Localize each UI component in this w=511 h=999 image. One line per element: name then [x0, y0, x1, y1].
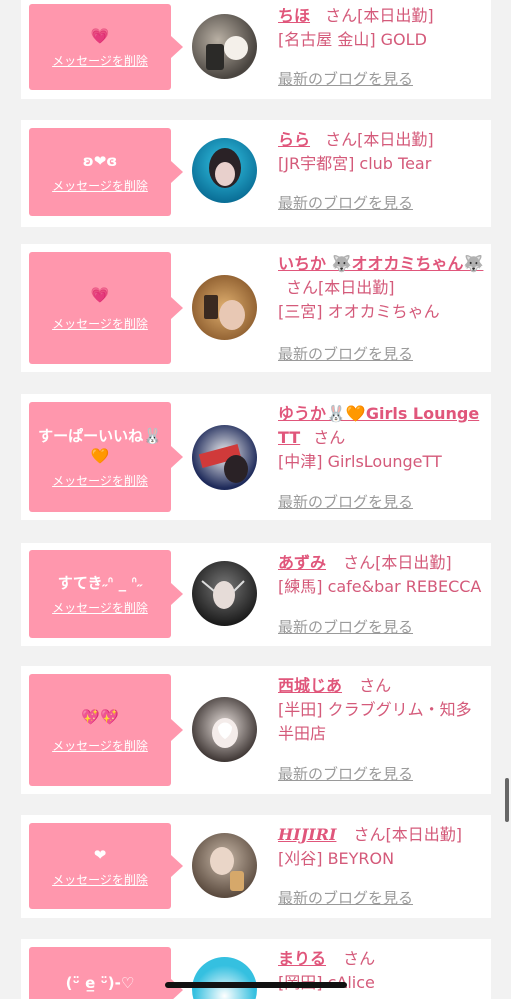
store-name: [三宮] オオカミちゃん — [278, 302, 440, 321]
latest-blog-link[interactable]: 最新のブログを見る — [278, 616, 413, 637]
avatar-photo-icon — [210, 847, 244, 891]
latest-blog-link[interactable]: 最新のブログを見る — [278, 491, 413, 512]
latest-blog-link[interactable]: 最新のブログを見る — [278, 68, 413, 89]
store-name: [JR宇都宮] club Tear — [278, 154, 432, 173]
message-bubble: 💗 メッセージを削除 — [29, 252, 183, 364]
avatar-photo-icon — [206, 36, 248, 70]
delete-message-link[interactable]: メッセージを削除 — [52, 871, 148, 888]
message-text: (ᵕ̈ e̲ ᵕ̈)-♡ — [65, 974, 135, 992]
avatar[interactable] — [192, 833, 257, 898]
list-item: すてき˶ᐢ _ ᐢ˶ メッセージを削除 あずみ さん[本日出勤] [練馬] ca… — [21, 543, 491, 646]
list-item: 💗 メッセージを削除 いちか 🐺オオカミちゃん🐺 さん[本日出勤] [三宮] オ… — [21, 244, 491, 372]
avatar-photo-icon — [209, 148, 241, 188]
message-text: ʚ❤ɞ — [82, 151, 118, 170]
list-item: ❤ メッセージを削除 HIJIRI さん[本日出勤] [刈谷] BEYRON 最… — [21, 815, 491, 918]
message-bubble: (ᵕ̈ e̲ ᵕ̈)-♡ — [29, 947, 183, 999]
status-label: [本日出勤] — [385, 825, 463, 844]
cast-name-link[interactable]: 西城じあ — [278, 676, 342, 695]
cast-name-link[interactable]: らら — [278, 130, 310, 149]
delete-message-link[interactable]: メッセージを削除 — [52, 177, 148, 194]
scrollbar[interactable] — [505, 778, 509, 822]
avatar-photo-icon — [201, 580, 245, 609]
store-name: [中津] GirlsLoungeTT — [278, 452, 442, 471]
message-text: 💗 — [90, 26, 110, 45]
avatar-photo-icon — [204, 295, 245, 330]
home-indicator[interactable] — [165, 982, 347, 988]
list-item: (ᵕ̈ e̲ ᵕ̈)-♡ まりる さん [岡田] cAlice — [21, 939, 491, 999]
avatar[interactable] — [192, 14, 257, 79]
avatar[interactable] — [192, 957, 257, 999]
cast-info: 西城じあ さん [半田] クラブグリム・知多半田店 — [278, 674, 484, 746]
cast-name-link[interactable]: ゆうか🐰🧡Girls Lounge TT — [278, 404, 479, 447]
message-text: ❤ — [93, 845, 107, 864]
message-text: 💖💖 — [81, 707, 119, 726]
status-label: [本日出勤] — [357, 130, 434, 149]
cast-info: あずみ さん[本日出勤] [練馬] cafe&bar REBECCA — [278, 551, 484, 599]
cast-name-link[interactable]: あずみ — [278, 553, 326, 572]
message-text: すてき˶ᐢ _ ᐢ˶ — [57, 573, 143, 592]
cast-info: らら さん[本日出勤] [JR宇都宮] club Tear — [278, 128, 484, 176]
avatar[interactable] — [192, 697, 257, 762]
message-bubble: 💖💖 メッセージを削除 — [29, 674, 183, 786]
message-bubble: すーぱーいいね🐰🧡 メッセージを削除 — [29, 402, 183, 512]
honorific: さん — [359, 676, 392, 695]
message-bubble: ʚ❤ɞ メッセージを削除 — [29, 128, 183, 216]
status-label: [本日出勤] — [375, 553, 452, 572]
list-item: すーぱーいいね🐰🧡 メッセージを削除 ゆうか🐰🧡Girls Lounge TT … — [21, 394, 491, 520]
list-item: 💗 メッセージを削除 ちほ さん[本日出勤] [名古屋 金山] GOLD 最新の… — [21, 0, 491, 99]
delete-message-link[interactable]: メッセージを削除 — [52, 599, 148, 616]
store-name: [練馬] cafe&bar REBECCA — [278, 577, 482, 596]
cast-name-link[interactable]: まりる — [278, 949, 326, 968]
store-name: [半田] クラブグリム・知多半田店 — [278, 700, 472, 743]
cast-name-link[interactable]: いちか 🐺オオカミちゃん🐺 — [278, 254, 483, 273]
avatar[interactable] — [192, 425, 257, 490]
delete-message-link[interactable]: メッセージを削除 — [52, 52, 148, 69]
cast-info: ゆうか🐰🧡Girls Lounge TT さん [中津] GirlsLounge… — [278, 402, 484, 474]
honorific: さん — [353, 825, 386, 844]
latest-blog-link[interactable]: 最新のブログを見る — [278, 763, 413, 784]
avatar[interactable] — [192, 138, 257, 203]
store-name: [刈谷] BEYRON — [278, 849, 395, 868]
honorific: さん — [325, 6, 358, 25]
avatar[interactable] — [192, 275, 257, 340]
message-text: すーぱーいいね🐰🧡 — [38, 426, 162, 465]
latest-blog-link[interactable]: 最新のブログを見る — [278, 887, 413, 908]
honorific: さん — [313, 428, 346, 447]
honorific: さん — [343, 553, 376, 572]
latest-blog-link[interactable]: 最新のブログを見る — [278, 343, 413, 364]
cast-name-link[interactable]: ちほ — [278, 6, 310, 25]
delete-message-link[interactable]: メッセージを削除 — [52, 472, 148, 489]
honorific: さん — [325, 130, 358, 149]
avatar-photo-icon — [198, 444, 248, 483]
store-name: [名古屋 金山] GOLD — [278, 30, 427, 49]
cast-info: いちか 🐺オオカミちゃん🐺 さん[本日出勤] [三宮] オオカミちゃん — [278, 252, 484, 324]
status-label: [本日出勤] — [357, 6, 434, 25]
latest-blog-link[interactable]: 最新のブログを見る — [278, 192, 413, 213]
honorific: さん — [343, 949, 376, 968]
avatar[interactable] — [192, 561, 257, 626]
delete-message-link[interactable]: メッセージを削除 — [52, 315, 148, 332]
message-text: 💗 — [90, 285, 110, 304]
avatar-photo-icon — [212, 718, 238, 748]
cast-info: ちほ さん[本日出勤] [名古屋 金山] GOLD — [278, 4, 484, 52]
honorific: さん — [286, 278, 319, 297]
message-bubble: ❤ メッセージを削除 — [29, 823, 183, 909]
message-bubble: すてき˶ᐢ _ ᐢ˶ メッセージを削除 — [29, 550, 183, 638]
list-item: ʚ❤ɞ メッセージを削除 らら さん[本日出勤] [JR宇都宮] club Te… — [21, 120, 491, 227]
list-item: 💖💖 メッセージを削除 西城じあ さん [半田] クラブグリム・知多半田店 最新… — [21, 666, 491, 794]
message-bubble: 💗 メッセージを削除 — [29, 4, 183, 90]
cast-info: HIJIRI さん[本日出勤] [刈谷] BEYRON — [278, 823, 484, 871]
delete-message-link[interactable]: メッセージを削除 — [52, 737, 148, 754]
status-label: [本日出勤] — [318, 278, 395, 297]
cast-name-link[interactable]: HIJIRI — [278, 825, 336, 844]
